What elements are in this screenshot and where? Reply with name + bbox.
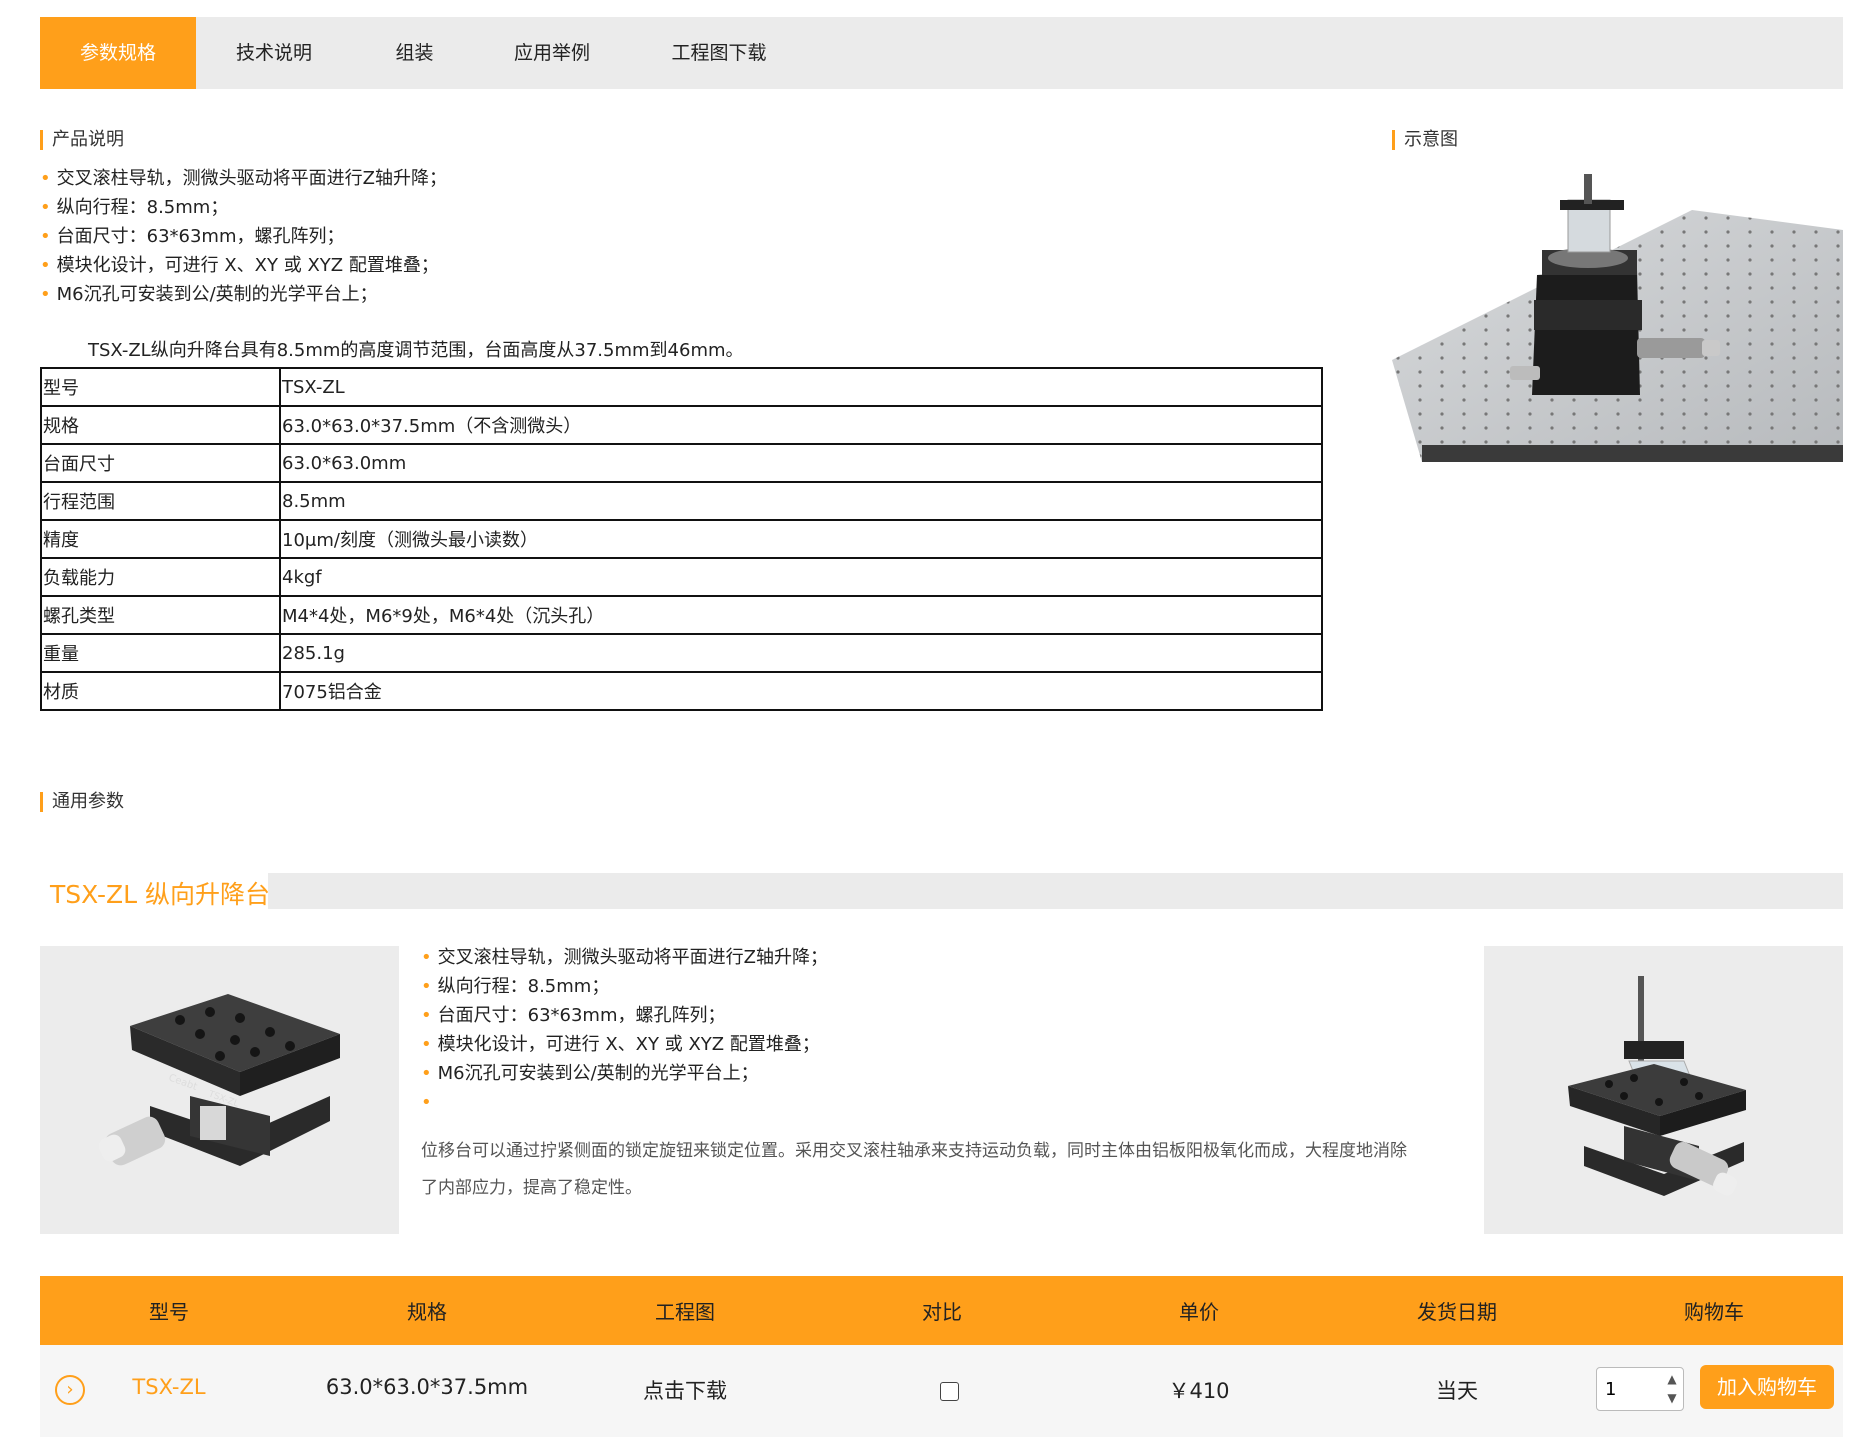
col-header-drawing: 工程图: [655, 1300, 715, 1324]
list-item: 纵向行程：8.5mm；: [421, 972, 828, 1001]
table-row: › TSX-ZL 63.0*63.0*37.5mm 点击下载 ￥410 当天 ▲…: [40, 1345, 1843, 1437]
list-item: 模块化设计，可进行 X、XY 或 XYZ 配置堆叠；: [421, 1030, 828, 1059]
list-item: M6沉孔可安装到公/英制的光学平台上；: [40, 280, 447, 309]
list-item: 模块化设计，可进行 X、XY 或 XYZ 配置堆叠；: [40, 251, 447, 280]
tab-applications[interactable]: 应用举例: [477, 17, 627, 89]
row-model[interactable]: TSX-ZL: [132, 1375, 205, 1399]
col-header-price: 单价: [1179, 1300, 1219, 1324]
row-spec: 63.0*63.0*37.5mm: [325, 1375, 529, 1399]
list-item: [421, 1088, 828, 1117]
tab-assembly[interactable]: 组装: [352, 17, 477, 89]
product-photo: Ceabt TSX-ZL: [40, 946, 399, 1234]
col-header-ship-date: 发货日期: [1417, 1300, 1497, 1324]
table-row: 材质 7075铝合金: [40, 671, 1323, 711]
model-header-bar: [268, 873, 1843, 909]
section-title-product-desc: 产品说明: [40, 129, 124, 151]
order-table-header: 型号 规格 工程图 对比 单价 发货日期 购物车: [40, 1276, 1843, 1345]
tab-bar: 参数规格 技术说明 组装 应用举例 工程图下载: [40, 17, 1843, 89]
section-title-general-params: 通用参数: [40, 791, 124, 813]
feature-list: 交叉滚柱导轨，测微头驱动将平面进行Z轴升降； 纵向行程：8.5mm； 台面尺寸：…: [40, 164, 447, 309]
list-item: 交叉滚柱导轨，测微头驱动将平面进行Z轴升降；: [40, 164, 447, 193]
spec-key: 螺孔类型: [40, 595, 281, 635]
table-row: 型号 TSX-ZL: [40, 367, 1323, 407]
table-row: 行程范围 8.5mm: [40, 481, 1323, 521]
spec-key: 精度: [40, 519, 281, 559]
model-title: TSX-ZL 纵向升降台: [50, 880, 271, 909]
row-price: ￥410: [1168, 1379, 1230, 1403]
card-feature-list: 交叉滚柱导轨，测微头驱动将平面进行Z轴升降； 纵向行程：8.5mm； 台面尺寸：…: [421, 943, 828, 1117]
intro-text: TSX-ZL纵向升降台具有8.5mm的高度调节范围，台面高度从37.5mm到46…: [88, 340, 744, 361]
spec-key: 负载能力: [40, 557, 281, 597]
spec-value: 285.1g: [279, 633, 1323, 673]
spec-key: 台面尺寸: [40, 443, 281, 483]
spec-key: 行程范围: [40, 481, 281, 521]
spec-key: 重量: [40, 633, 281, 673]
model-header: TSX-ZL 纵向升降台: [40, 873, 1843, 909]
col-header-compare: 对比: [922, 1300, 962, 1324]
row-ship-date: 当天: [1436, 1379, 1478, 1403]
quantity-stepper[interactable]: ▲ ▼: [1596, 1367, 1684, 1411]
table-row: 规格 63.0*63.0*37.5mm（不含测微头）: [40, 405, 1323, 445]
list-item: 交叉滚柱导轨，测微头驱动将平面进行Z轴升降；: [421, 943, 828, 972]
spec-value: 4kgf: [279, 557, 1323, 597]
list-item: 台面尺寸：63*63mm，螺孔阵列；: [40, 222, 447, 251]
spec-value: 10μm/刻度（测微头最小读数）: [279, 519, 1323, 559]
download-drawing-link[interactable]: 点击下载: [643, 1375, 727, 1405]
table-row: 重量 285.1g: [40, 633, 1323, 673]
spec-key: 规格: [40, 405, 281, 445]
spec-value: M4*4处，M6*9处，M6*4处（沉头孔）: [279, 595, 1323, 635]
col-header-cart: 购物车: [1684, 1300, 1744, 1324]
list-item: 纵向行程：8.5mm；: [40, 193, 447, 222]
product-photo-with-mount: [1484, 946, 1843, 1234]
tab-drawing-download[interactable]: 工程图下载: [627, 17, 811, 89]
list-item: M6沉孔可安装到公/英制的光学平台上；: [421, 1059, 828, 1088]
spec-table: 型号 TSX-ZL 规格 63.0*63.0*37.5mm（不含测微头） 台面尺寸 6…: [40, 367, 1323, 711]
product-description: 位移台可以通过拧紧侧面的锁定旋钮来锁定位置。采用交叉滚柱轴承来支持运动负载，同时…: [421, 1141, 1407, 1198]
spec-value: 63.0*63.0*37.5mm（不含测微头）: [279, 405, 1323, 445]
table-row: 精度 10μm/刻度（测微头最小读数）: [40, 519, 1323, 559]
section-title-diagram: 示意图: [1392, 129, 1458, 151]
caret-down-icon[interactable]: ▼: [1663, 1389, 1681, 1408]
quantity-input[interactable]: [1603, 1376, 1657, 1402]
table-row: 台面尺寸 63.0*63.0mm: [40, 443, 1323, 483]
compare-checkbox[interactable]: [940, 1382, 959, 1401]
spec-value: TSX-ZL: [279, 367, 1323, 407]
tab-specs[interactable]: 参数规格: [40, 17, 196, 89]
add-to-cart-button[interactable]: 加入购物车: [1700, 1365, 1834, 1409]
tab-tech-notes[interactable]: 技术说明: [196, 17, 352, 89]
spec-value: 63.0*63.0mm: [279, 443, 1323, 483]
table-row: 螺孔类型 M4*4处，M6*9处，M6*4处（沉头孔）: [40, 595, 1323, 635]
diagram-image: [1392, 170, 1843, 462]
spec-value: 8.5mm: [279, 481, 1323, 521]
caret-up-icon[interactable]: ▲: [1663, 1370, 1681, 1389]
spec-value: 7075铝合金: [279, 671, 1323, 711]
col-header-model: 型号: [149, 1300, 189, 1324]
col-header-spec: 规格: [407, 1300, 447, 1324]
chevron-right-circle-icon[interactable]: ›: [55, 1375, 85, 1405]
spec-key: 材质: [40, 671, 281, 711]
spec-key: 型号: [40, 367, 281, 407]
table-row: 负载能力 4kgf: [40, 557, 1323, 597]
list-item: 台面尺寸：63*63mm，螺孔阵列；: [421, 1001, 828, 1030]
